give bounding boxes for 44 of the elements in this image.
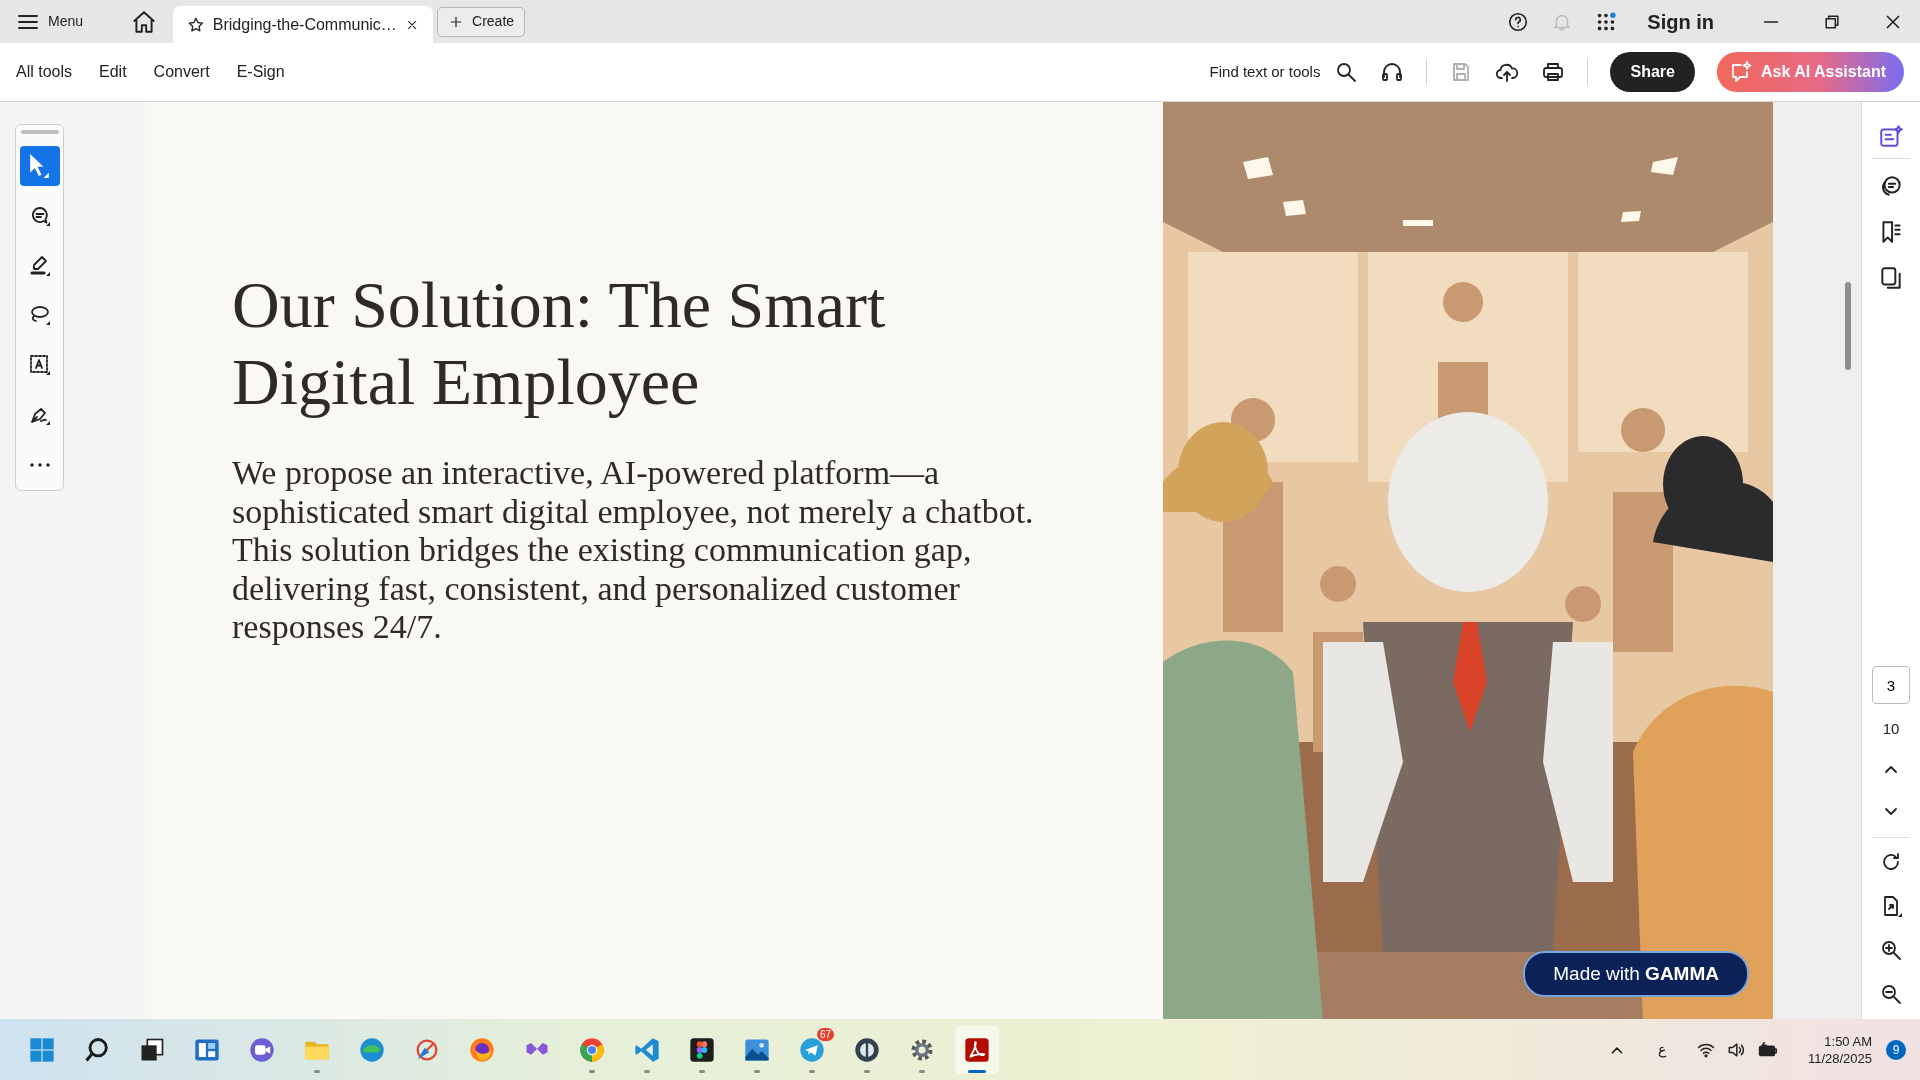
slide-paragraph: We propose an interactive, AI-powered platform—a sophisticated smart digital employee, not merely a chatbot. This solution bridges the existing communication gap, delivering fast, consistent, and personalized customer responses 24/7. bbox=[232, 454, 1035, 647]
print-icon[interactable] bbox=[1541, 60, 1566, 84]
page-count: 10 bbox=[1882, 719, 1900, 739]
app-icon bbox=[853, 1035, 881, 1064]
attribution-badge[interactable]: Made with GAMMA bbox=[1523, 950, 1749, 997]
pdf-app-icon bbox=[963, 1035, 991, 1064]
language-indicator[interactable]: ع bbox=[1657, 1039, 1666, 1060]
browser-icon bbox=[358, 1035, 386, 1064]
pointer-icon bbox=[30, 153, 49, 178]
unread-count: 67 bbox=[816, 1027, 834, 1041]
headphones-icon[interactable] bbox=[1380, 60, 1405, 84]
video-camera-icon bbox=[248, 1035, 276, 1064]
find-button[interactable]: Find text or tools bbox=[1209, 60, 1359, 84]
search-icon bbox=[1334, 60, 1359, 84]
share-button[interactable]: Share bbox=[1610, 52, 1695, 92]
ai-panel-icon[interactable] bbox=[1878, 124, 1904, 150]
menu-item[interactable]: E-Sign bbox=[236, 60, 285, 84]
clock-time[interactable]: 1:50 AM bbox=[1807, 1032, 1872, 1050]
text-select-icon bbox=[27, 353, 52, 378]
browser-icon bbox=[468, 1035, 496, 1064]
menu-item[interactable]: All tools bbox=[16, 60, 73, 84]
app-icon bbox=[688, 1035, 716, 1064]
clock-date[interactable]: 11/28/2025 bbox=[1807, 1049, 1872, 1067]
notification-count[interactable]: 9 bbox=[1886, 1039, 1906, 1060]
drag-handle[interactable] bbox=[20, 130, 59, 134]
scrollbar-thumb[interactable] bbox=[1845, 282, 1851, 370]
help-icon[interactable] bbox=[1507, 10, 1530, 33]
sign-in-button[interactable]: Sign in bbox=[1647, 6, 1714, 37]
page-number-field[interactable]: 3 bbox=[1872, 666, 1910, 704]
taskbar-button[interactable] bbox=[955, 1025, 999, 1074]
apps-grid-icon[interactable] bbox=[1595, 10, 1618, 33]
menu-item[interactable]: Convert bbox=[153, 60, 210, 84]
slide-title: Our Solution: The Smart Digital Employee bbox=[232, 267, 887, 420]
more-icon bbox=[29, 463, 50, 468]
home-icon[interactable] bbox=[131, 8, 158, 35]
pages-icon[interactable] bbox=[1878, 265, 1904, 291]
document-tab[interactable]: Bridging-the-Communic… bbox=[173, 6, 434, 43]
taskbar-button[interactable]: 67 bbox=[790, 1025, 834, 1074]
browser-icon bbox=[578, 1035, 606, 1064]
create-button[interactable]: Create bbox=[437, 6, 526, 37]
search-icon bbox=[83, 1035, 111, 1064]
menu-button[interactable]: Menu bbox=[16, 9, 84, 34]
windows-logo-icon bbox=[28, 1035, 56, 1064]
menu-item[interactable]: Edit bbox=[99, 60, 127, 84]
